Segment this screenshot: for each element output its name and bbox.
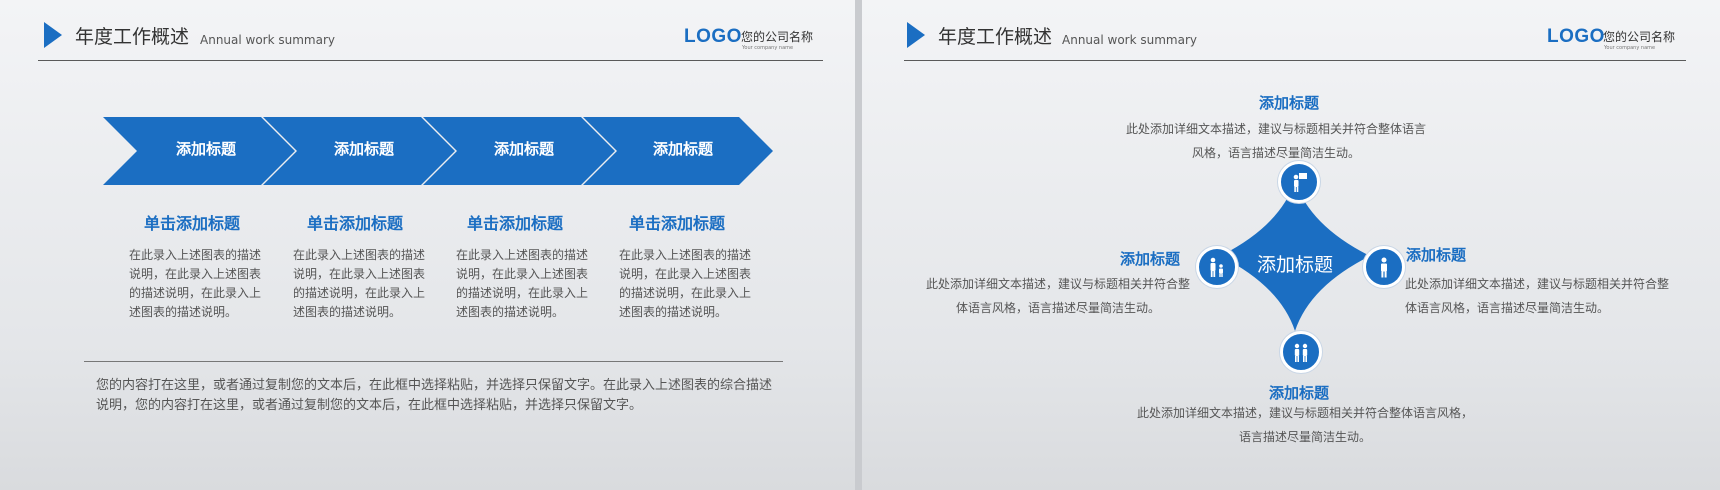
step-4-title[interactable]: 单击添加标题 (602, 210, 752, 234)
header-triangle-icon (44, 22, 62, 48)
chevron-1-label[interactable]: 添加标题 (146, 138, 266, 159)
step-1-desc: 在此录入上述图表的描述说明，在此录入上述图表的描述说明，在此录入上述图表的描述说… (129, 248, 262, 319)
chevron-3-label[interactable]: 添加标题 (464, 138, 584, 159)
company-name: 您的公司名称 (1603, 30, 1676, 44)
presenter-icon (1293, 173, 1307, 192)
company-name: 您的公司名称 (741, 30, 814, 44)
slide-annual-summary-process: 年度工作概述 Annual work summary LOGO 您的公司名称 Y… (0, 0, 855, 490)
bottom-node[interactable] (1280, 331, 1322, 373)
logo: LOGO (1547, 26, 1605, 47)
parent-child-icon (1294, 343, 1308, 362)
process-chevrons: 添加标题 添加标题 添加标题 添加标题 (103, 117, 773, 185)
step-1-title[interactable]: 单击添加标题 (117, 210, 267, 234)
step-3-desc: 在此录入上述图表的描述说明，在此录入上述图表的描述说明，在此录入上述图表的描述说… (456, 248, 589, 319)
logo: LOGO (684, 26, 742, 47)
page-title: 年度工作概述 (938, 26, 1053, 48)
header-triangle-icon (907, 22, 925, 48)
person-icon (1381, 257, 1387, 278)
company-name-en: Your company name (1604, 45, 1656, 51)
top-node[interactable] (1278, 161, 1320, 203)
chevron-2-label[interactable]: 添加标题 (304, 138, 424, 159)
bottom-desc: 此处添加详细文本描述，建议与标题相关并符合整体语言风格，语言描述尽量简洁生动。 (1136, 406, 1473, 444)
step-2-title[interactable]: 单击添加标题 (280, 210, 430, 234)
page-subtitle: Annual work summary (1062, 33, 1198, 47)
company-name-en: Your company name (742, 45, 794, 51)
step-2-desc: 在此录入上述图表的描述说明，在此录入上述图表的描述说明，在此录入上述图表的描述说… (293, 248, 426, 319)
summary-text: 您的内容打在这里，或者通过复制您的文本后，在此框中选择粘贴，并选择只保留文字。在… (96, 378, 773, 413)
family-icon (1210, 257, 1223, 277)
content-divider (84, 361, 783, 362)
page-subtitle: Annual work summary (200, 33, 336, 47)
left-title[interactable]: 添加标题 (1120, 248, 1180, 269)
right-node[interactable] (1363, 246, 1405, 288)
header-divider (38, 60, 823, 61)
chevron-4-label[interactable]: 添加标题 (623, 138, 743, 159)
page-title: 年度工作概述 (75, 26, 190, 48)
bottom-title[interactable]: 添加标题 (1269, 382, 1329, 403)
center-label[interactable]: 添加标题 (1240, 250, 1350, 277)
top-title[interactable]: 添加标题 (1259, 92, 1319, 113)
right-title[interactable]: 添加标题 (1406, 244, 1466, 265)
right-desc: 此处添加详细文本描述，建议与标题相关并符合整体语言风格，语言描述尽量简洁生动。 (1405, 277, 1670, 315)
top-desc: 此处添加详细文本描述，建议与标题相关并符合整体语言风格，语言描述尽量简洁生动。 (1126, 122, 1427, 160)
step-3-title[interactable]: 单击添加标题 (440, 210, 590, 234)
left-desc: 此处添加详细文本描述，建议与标题相关并符合整体语言风格，语言描述尽量简洁生动。 (925, 277, 1190, 315)
step-4-desc: 在此录入上述图表的描述说明，在此录入上述图表的描述说明，在此录入上述图表的描述说… (619, 248, 752, 319)
left-node[interactable] (1196, 246, 1238, 288)
header-divider (904, 60, 1686, 61)
